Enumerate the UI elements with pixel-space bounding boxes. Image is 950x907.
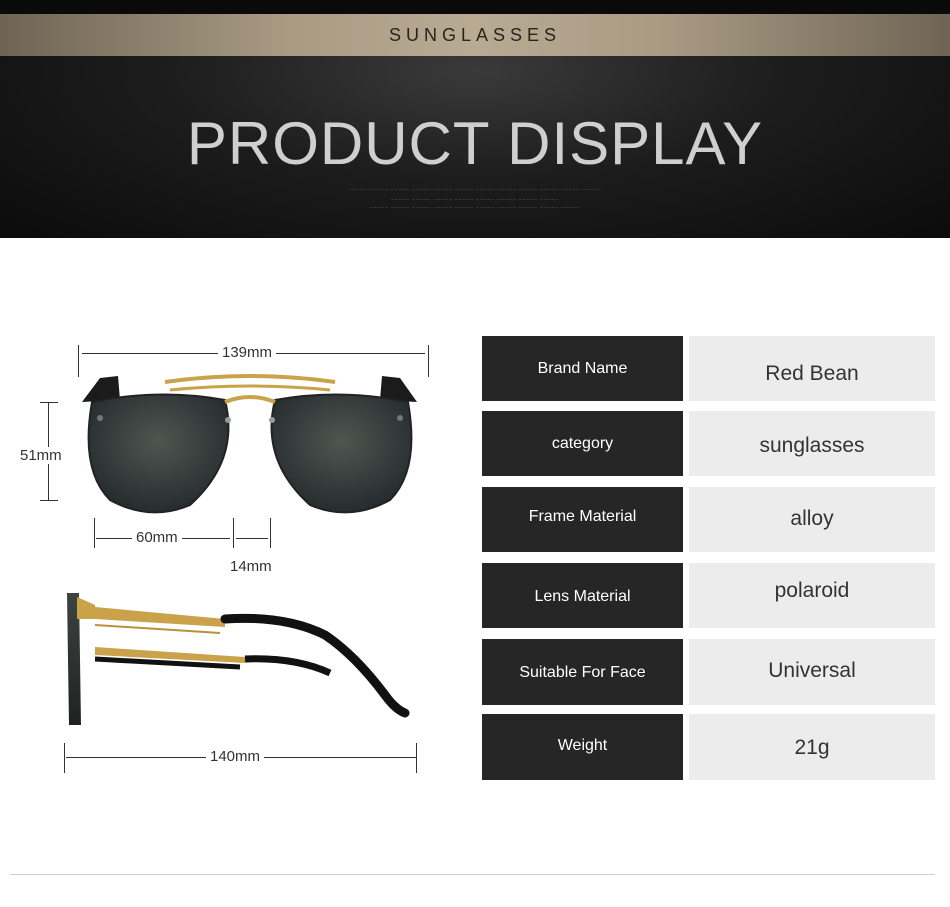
banner-fine-print: ───── ───── ───── ───── ───── ───── ────… (390, 197, 560, 202)
dimension-lens-width: 60mm (132, 529, 182, 546)
spec-row-weight: Weight 21g (482, 714, 935, 780)
spec-label: Frame Material (482, 487, 683, 552)
temple-dimension-tick-right (416, 743, 417, 773)
dimension-bridge: 14mm (226, 558, 276, 575)
spec-value: Universal (689, 639, 935, 705)
spec-value: polaroid (689, 563, 935, 628)
spec-label: Brand Name (482, 336, 683, 401)
spec-row-lens-material: Lens Material polaroid (482, 563, 935, 628)
banner-category-label: SUNGLASSES (388, 25, 562, 45)
bottom-divider (10, 874, 935, 875)
spec-value: Red Bean (689, 336, 935, 401)
banner-fine-print: ───── ───── ───── ───── ───── ───── ────… (369, 205, 581, 210)
lens-dimension-tick-right (233, 518, 234, 548)
spec-row-brand-name: Brand Name Red Bean (482, 336, 935, 401)
spec-label: category (482, 411, 683, 476)
banner-top-strip (0, 0, 950, 14)
height-dimension-tick-bottom (40, 500, 58, 501)
spec-row-category: category sunglasses (482, 411, 935, 476)
spec-row-suitable-for-face: Suitable For Face Universal (482, 639, 935, 705)
banner-title: PRODUCT DISPLAY (186, 110, 764, 177)
dimension-total-width: 139mm (218, 344, 277, 361)
spec-value: 21g (689, 714, 935, 780)
dimension-height: 51mm (18, 447, 64, 464)
bridge-dimension-line (236, 538, 268, 539)
width-dimension-tick-right (428, 345, 429, 377)
spec-row-frame-material: Frame Material alloy (482, 487, 935, 552)
spec-value: sunglasses (689, 411, 935, 476)
width-dimension-tick-left (78, 345, 79, 377)
front-view-sunglasses-image (82, 374, 417, 514)
banner-fine-print: ───── ───── ───── ───── ───── ───── ────… (348, 187, 602, 192)
spec-label: Suitable For Face (482, 639, 683, 705)
spec-label: Weight (482, 714, 683, 780)
height-dimension-tick-top (40, 402, 58, 403)
banner-gold-bar: SUNGLASSES (0, 14, 950, 56)
bridge-dimension-tick (270, 518, 271, 548)
side-view-sunglasses-image (67, 593, 410, 725)
lens-dimension-tick-left (94, 518, 95, 548)
spec-label: Lens Material (482, 563, 683, 628)
dimension-temple-length: 140mm (206, 748, 265, 765)
temple-dimension-tick-left (64, 743, 65, 773)
spec-value: alloy (689, 487, 935, 552)
header-banner: SUNGLASSES PRODUCT DISPLAY ───── ───── ─… (0, 0, 950, 238)
